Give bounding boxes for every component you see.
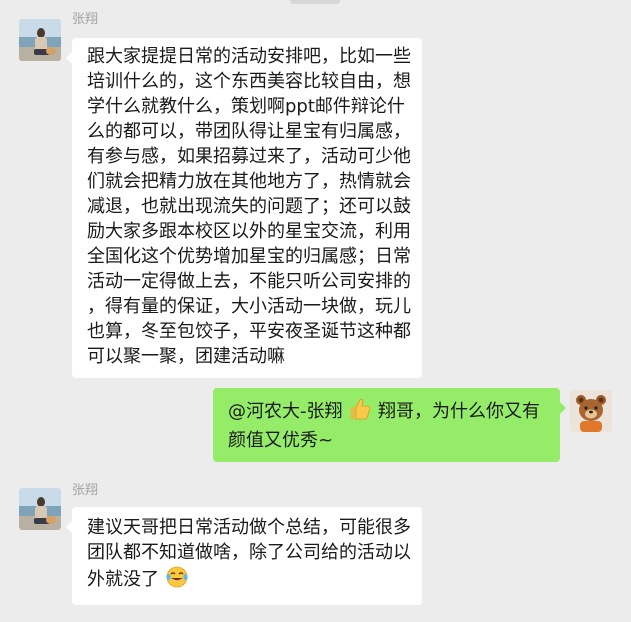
scroll-indicator: [290, 0, 340, 4]
avatar[interactable]: [19, 488, 61, 530]
thumbs-up-icon: [348, 397, 372, 428]
message-line: @河农大-张翔 翔哥，为什么你又有: [228, 397, 545, 428]
message-bubble-outgoing[interactable]: @河农大-张翔 翔哥，为什么你又有 颜值又优秀~: [213, 388, 566, 462]
message-line: 培训什么的，这个东西美容比较自由，想: [87, 71, 411, 92]
message-line: 跟大家提提日常的活动安排吧，比如一些: [87, 46, 411, 67]
message-line: 建议天哥把日常活动做个总结，可能很多: [87, 517, 411, 538]
message-line: 学什么就教什么，策划啊ppt邮件辩论什: [87, 96, 405, 117]
message-line: ，得有量的保证，大小活动一块做，玩儿: [87, 296, 411, 317]
bear-avatar-icon: [570, 390, 612, 432]
beach-photo-avatar-icon: [19, 19, 61, 61]
message-line: 可以聚一聚，团建活动嘛: [87, 346, 285, 367]
sender-name: 张翔: [72, 483, 99, 498]
message-line: 外就没了: [87, 565, 407, 596]
message-line: 们就会把精力放在其他地方了，热情就会: [87, 171, 411, 192]
avatar[interactable]: [19, 19, 61, 61]
message-bubble[interactable]: 建议天哥把日常活动做个总结，可能很多 团队都不知道做啥，除了公司给的活动以 外就…: [66, 507, 422, 605]
message-line: 全国化这个优势增加星宝的归属感；日常: [87, 246, 411, 267]
message-line: 活动一定得做上去，不能只听公司安排的: [87, 271, 411, 292]
beach-photo-avatar-icon: [19, 488, 61, 530]
avatar[interactable]: [570, 390, 612, 432]
mention-text: @河农大-张翔: [228, 401, 343, 422]
message-line: 也算，冬至包饺子，平安夜圣诞节这种都: [87, 321, 411, 342]
message-line: 么的都可以，带团队得让星宝有归属感，: [87, 121, 411, 142]
sender-name: 张翔: [72, 12, 99, 27]
message-line: 有参与感，如果招募过来了，活动可少他: [87, 146, 411, 167]
message-line: 团队都不知道做啥，除了公司给的活动以: [87, 542, 411, 563]
message-line: 减退，也就出现流失的问题了；还可以鼓: [87, 196, 411, 217]
message-text: 外就没了: [87, 569, 159, 590]
message-line: 颜值又优秀~: [228, 430, 334, 451]
message-line: 励大家多跟本校区以外的星宝交流，利用: [87, 221, 411, 242]
message-text: 翔哥，为什么你又有: [377, 401, 540, 422]
message-bubble[interactable]: 跟大家提提日常的活动安排吧，比如一些 培训什么的，这个东西美容比较自由，想 学什…: [66, 38, 422, 378]
tears-of-joy-icon: [165, 565, 189, 596]
